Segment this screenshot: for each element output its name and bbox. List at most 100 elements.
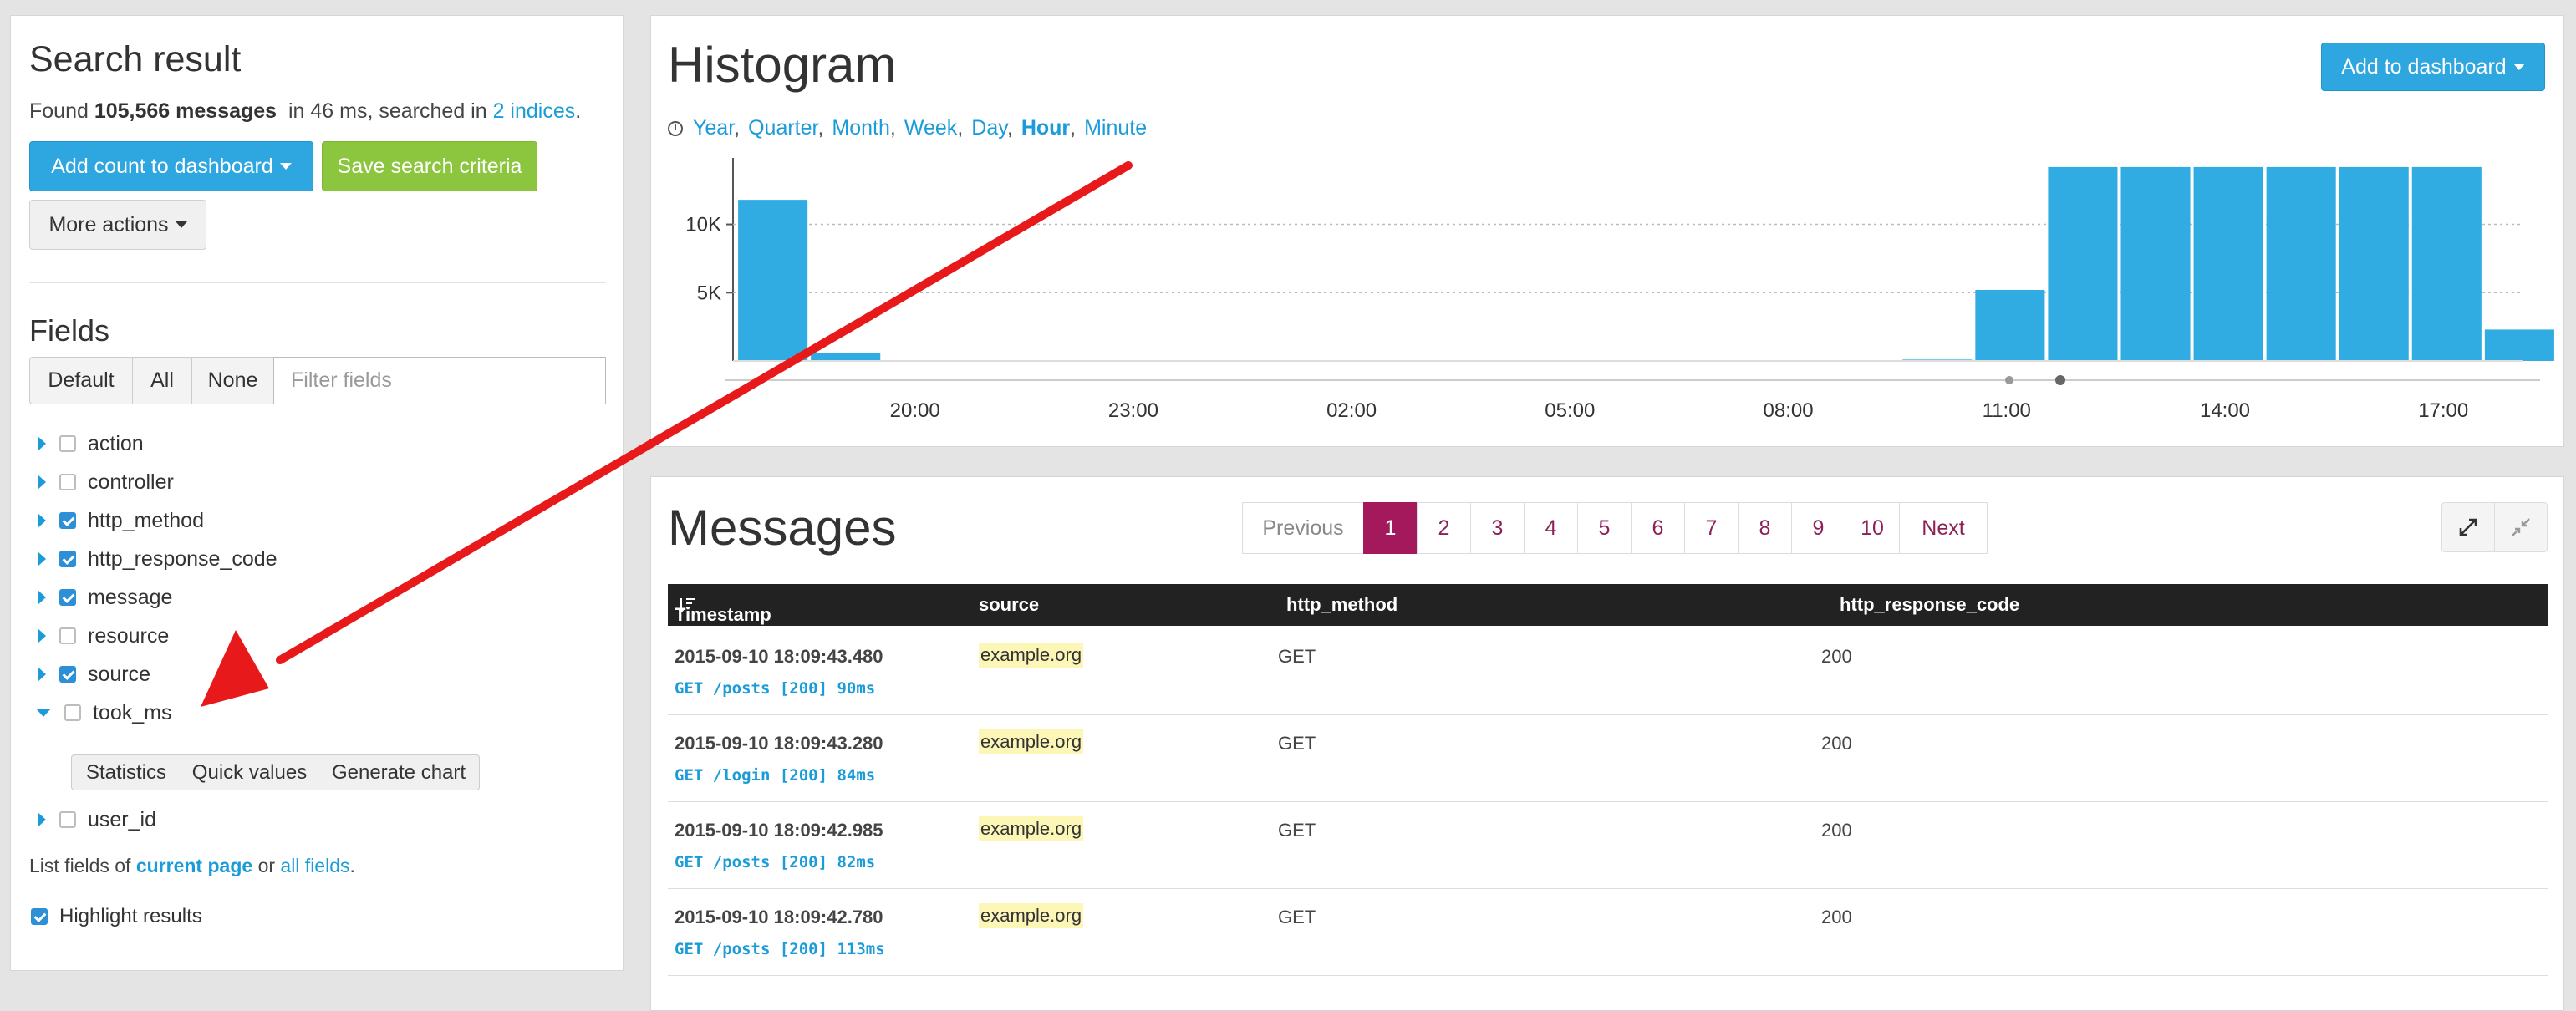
table-row[interactable]: 2015-09-10 18:09:42.780 GET /posts [200] … — [668, 888, 2548, 976]
field-checkbox-checked[interactable] — [59, 551, 76, 567]
page-10-button[interactable]: 10 — [1845, 502, 1900, 554]
more-actions-button[interactable]: More actions — [29, 200, 206, 250]
field-row-took-ms[interactable]: took_ms — [29, 696, 171, 729]
field-row-action[interactable]: action — [29, 427, 144, 460]
page-3-button[interactable]: 3 — [1470, 502, 1525, 554]
expand-icon[interactable] — [2441, 502, 2495, 552]
field-row-http-response-code[interactable]: http_response_code — [29, 542, 277, 576]
timeline-marker — [2055, 375, 2065, 385]
field-checkbox[interactable] — [59, 627, 76, 644]
search-result-panel: Search result Found 105,566 messages in … — [10, 15, 624, 971]
histogram-bar — [2193, 166, 2263, 361]
fields-none-button[interactable]: None — [191, 357, 274, 404]
field-checkbox-checked[interactable] — [59, 512, 76, 529]
column-source[interactable]: source — [979, 594, 1039, 616]
message-http-method: GET — [1278, 907, 1316, 927]
search-result-title: Search result — [29, 39, 242, 79]
field-checkbox[interactable] — [64, 704, 81, 721]
message-source: example.org — [979, 816, 1084, 841]
message-timestamp: 2015-09-10 18:09:42.780 — [675, 907, 883, 927]
histogram-bar — [811, 353, 881, 361]
pagination: Previous 1 2 3 4 5 6 7 8 9 10 Next — [1242, 502, 1988, 554]
table-row[interactable]: 2015-09-10 18:09:43.480 GET /posts [200] … — [668, 627, 2548, 715]
field-checkbox[interactable] — [59, 811, 76, 828]
histogram-bar — [2339, 166, 2409, 361]
quick-values-button[interactable]: Quick values — [181, 754, 318, 790]
fields-title: Fields — [29, 313, 110, 348]
caret-right-icon[interactable] — [38, 628, 46, 643]
caret-right-icon[interactable] — [38, 475, 46, 490]
histogram-bar — [2484, 329, 2554, 361]
field-row-message[interactable]: message — [29, 581, 172, 614]
message-text: GET /posts [200] 82ms — [675, 853, 876, 871]
histogram-bar — [2266, 166, 2336, 361]
x-tick-label: 20:00 — [890, 399, 940, 422]
message-source: example.org — [979, 729, 1084, 754]
caret-right-icon[interactable] — [38, 812, 46, 827]
message-http-response-code: 200 — [1821, 646, 1852, 667]
fields-all-button[interactable]: All — [132, 357, 192, 404]
field-checkbox-checked[interactable] — [59, 666, 76, 683]
message-timestamp: 2015-09-10 18:09:42.985 — [675, 820, 883, 841]
histogram-panel: Histogram Year, Quarter, Month, Week, Day, Ho… — [650, 15, 2564, 447]
column-http-response-code[interactable]: http_response_code — [1840, 594, 2019, 616]
current-page-link[interactable]: current page — [136, 855, 252, 876]
messages-panel: Messages Previous 1 2 3 4 5 6 7 8 9 10 Next Timesta… — [650, 476, 2564, 1011]
search-summary: Found 105,566 messages in 46 ms, searche… — [29, 99, 582, 123]
highlight-results-toggle[interactable]: Highlight results — [29, 905, 202, 928]
field-row-source[interactable]: source — [29, 658, 150, 691]
previous-page-button[interactable]: Previous — [1242, 502, 1364, 554]
next-page-button[interactable]: Next — [1899, 502, 1988, 554]
column-http-method[interactable]: http_method — [1286, 594, 1397, 616]
filter-fields-input[interactable]: Filter fields — [273, 357, 606, 404]
x-tick-label: 05:00 — [1545, 399, 1595, 422]
table-row[interactable]: 2015-09-10 18:09:42.985 GET /posts [200] … — [668, 801, 2548, 889]
histogram-chart[interactable]: 5K 10K 20:00 23:00 02:00 05:00 08:00 11:00 14:00… — [651, 16, 2565, 448]
caret-right-icon[interactable] — [38, 436, 46, 451]
y-tick-label: 5K — [697, 282, 721, 304]
page-5-button[interactable]: 5 — [1577, 502, 1632, 554]
indices-link[interactable]: 2 indices — [493, 99, 576, 123]
caret-right-icon[interactable] — [38, 590, 46, 605]
field-checkbox[interactable] — [59, 474, 76, 490]
compress-icon[interactable] — [2494, 502, 2548, 552]
message-timestamp: 2015-09-10 18:09:43.280 — [675, 733, 883, 754]
page-6-button[interactable]: 6 — [1631, 502, 1685, 554]
message-http-response-code: 200 — [1821, 907, 1852, 927]
page-2-button[interactable]: 2 — [1417, 502, 1471, 554]
page-7-button[interactable]: 7 — [1684, 502, 1739, 554]
statistics-button[interactable]: Statistics — [71, 754, 181, 790]
page-1-button[interactable]: 1 — [1363, 502, 1418, 554]
field-row-resource[interactable]: resource — [29, 619, 169, 653]
caret-down-icon — [175, 221, 187, 228]
timeline-marker — [2005, 376, 2013, 384]
caret-right-icon[interactable] — [38, 551, 46, 566]
fields-default-button[interactable]: Default — [29, 357, 133, 404]
field-row-controller[interactable]: controller — [29, 465, 174, 499]
caret-right-icon[interactable] — [38, 667, 46, 682]
all-fields-link[interactable]: all fields — [280, 855, 349, 876]
highlight-checkbox-checked[interactable] — [31, 908, 48, 925]
column-timestamp[interactable]: Timestamp — [675, 594, 771, 625]
caret-right-icon[interactable] — [38, 513, 46, 528]
message-http-method: GET — [1278, 733, 1316, 754]
page-4-button[interactable]: 4 — [1524, 502, 1578, 554]
histogram-bar — [2411, 166, 2482, 361]
x-tick-label: 14:00 — [2200, 399, 2250, 422]
caret-down-icon[interactable] — [36, 709, 51, 717]
save-search-criteria-button[interactable]: Save search criteria — [322, 141, 537, 191]
field-row-http-method[interactable]: http_method — [29, 504, 204, 537]
x-tick-label: 08:00 — [1764, 399, 1814, 422]
message-text: GET /login [200] 84ms — [675, 766, 876, 785]
list-fields-text: List fields of current page or all field… — [29, 855, 355, 876]
field-checkbox[interactable] — [59, 435, 76, 452]
page-8-button[interactable]: 8 — [1738, 502, 1792, 554]
message-source: example.org — [979, 903, 1084, 928]
generate-chart-button[interactable]: Generate chart — [318, 754, 480, 790]
page-9-button[interactable]: 9 — [1791, 502, 1845, 554]
field-row-user-id[interactable]: user_id — [29, 803, 156, 836]
field-checkbox-checked[interactable] — [59, 589, 76, 606]
table-row[interactable]: 2015-09-10 18:09:43.280 GET /login [200] … — [668, 714, 2548, 802]
histogram-bar — [738, 200, 808, 361]
add-count-to-dashboard-button[interactable]: Add count to dashboard — [29, 141, 313, 191]
